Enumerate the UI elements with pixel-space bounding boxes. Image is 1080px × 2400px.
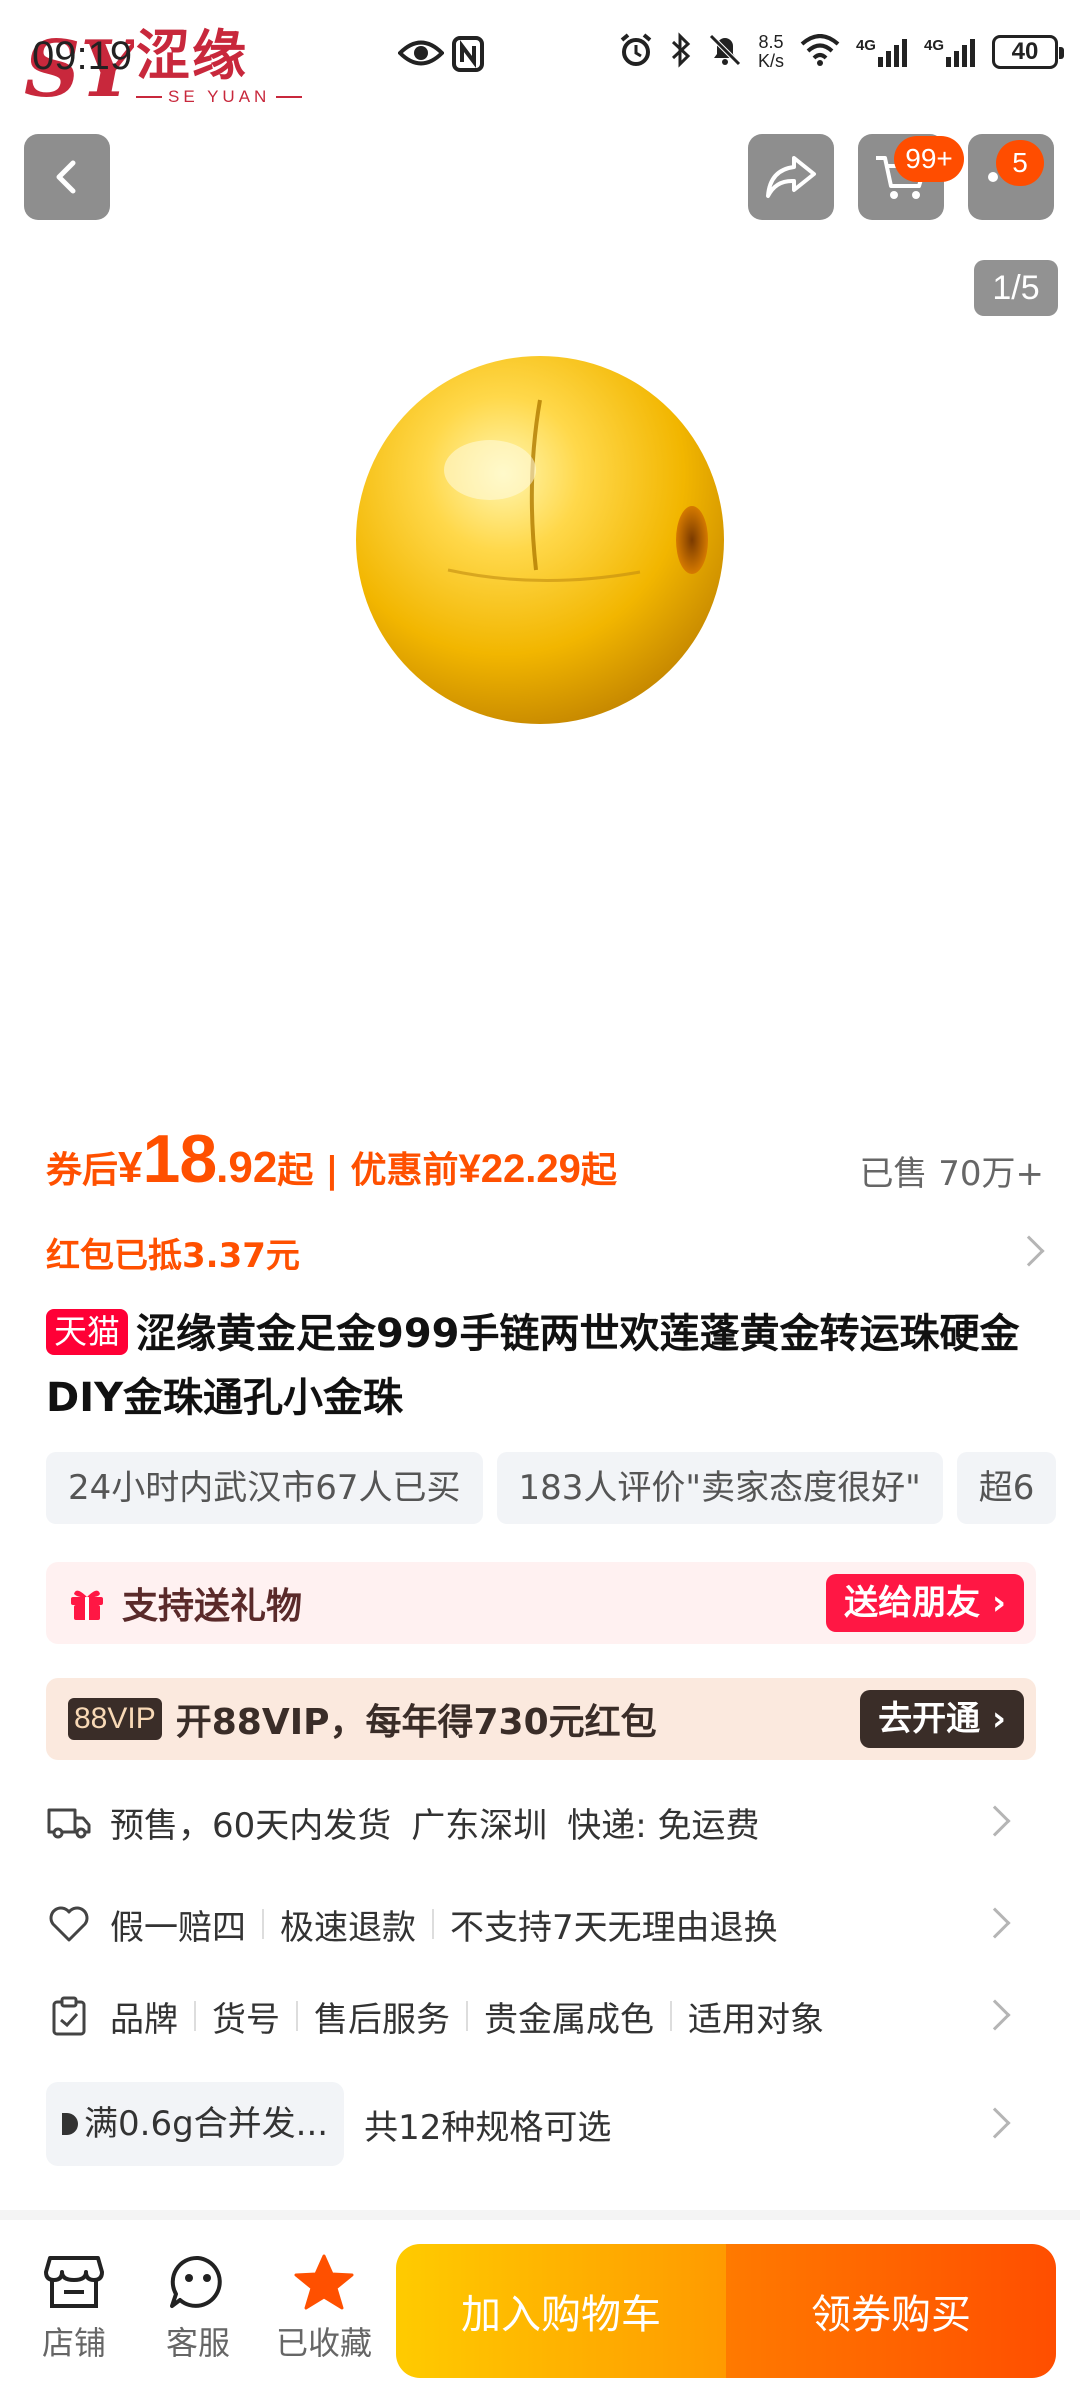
- spec-count: 共12种规格可选: [364, 2107, 612, 2148]
- price-decimal: .92: [216, 1143, 278, 1192]
- shop-icon: [44, 2256, 104, 2308]
- chevron-left-icon: [56, 160, 76, 194]
- open-vip-button[interactable]: 去开通 ›: [860, 1690, 1024, 1748]
- share-button[interactable]: [748, 134, 834, 220]
- coupon-note[interactable]: 红包已抵3.37元: [46, 1228, 300, 1277]
- brand-name-en: SE YUAN: [168, 87, 271, 106]
- shipping-fee: 快递: 免运费: [567, 1805, 760, 1846]
- heart-shield-icon: [46, 1901, 92, 1947]
- network-speed: 8.5 K/s: [757, 32, 784, 71]
- cart-badge: 99+: [894, 136, 964, 182]
- before-discount-suffix: 起: [580, 1150, 617, 1191]
- chevron-right-icon: [979, 1999, 1011, 2031]
- shop-button[interactable]: 店铺: [24, 2254, 124, 2364]
- chat-face-icon: [170, 2255, 222, 2308]
- chevron-right-icon: [979, 1805, 1011, 1837]
- product-title: 天猫 涩缘黄金足金999手链两世欢莲蓬黄金转运珠硬金DIY金珠通孔小金珠: [46, 1309, 1020, 1421]
- brand-name: 涩缘: [136, 23, 248, 87]
- eye-icon: [397, 38, 445, 72]
- guarantee-item: 极速退款: [280, 1907, 416, 1948]
- mute-bell-icon: [708, 32, 742, 72]
- nfc-icon: [452, 36, 484, 76]
- star-icon: [294, 2254, 354, 2310]
- tmall-tag: 天猫: [46, 1309, 128, 1355]
- share-icon: [766, 156, 816, 198]
- product-image[interactable]: [340, 340, 740, 740]
- bottom-action-bar: 店铺 客服 已收藏 加入购物车 领券购买: [0, 2220, 1080, 2400]
- message-badge: 5: [996, 140, 1044, 186]
- gift-banner[interactable]: 支持送礼物 送给朋友 ›: [46, 1562, 1036, 1644]
- customer-service-button[interactable]: 客服: [148, 2254, 248, 2364]
- param-item: 贵金属成色: [484, 1999, 654, 2040]
- price-separator: |: [325, 1150, 339, 1191]
- signal-icon-2: 4G: [924, 37, 976, 67]
- battery-indicator: 40: [992, 35, 1064, 69]
- highlight-tag[interactable]: 24小时内武汉市67人已买: [46, 1452, 483, 1524]
- params-row[interactable]: 品牌 货号 售后服务 贵金属成色 适用对象: [46, 1986, 1046, 2046]
- before-discount-price: ¥22.29: [458, 1147, 581, 1191]
- add-to-cart-button[interactable]: 加入购物车: [396, 2244, 726, 2378]
- spec-selector-row[interactable]: 满0.6g合并发... 共12种规格可选: [46, 2082, 1046, 2166]
- alarm-icon: [618, 32, 654, 72]
- guarantee-item: 假一赔四: [110, 1907, 246, 1948]
- guarantee-row[interactable]: 假一赔四 极速退款 不支持7天无理由退换: [46, 1894, 1046, 1954]
- send-to-friend-button[interactable]: 送给朋友 ›: [826, 1574, 1024, 1632]
- shipping-time: 预售，60天内发货: [110, 1805, 392, 1846]
- price-suffix: 起: [277, 1150, 314, 1191]
- status-bar: SY 涩缘 SE YUAN 09:19 8.5 K/s 4G 4G 40: [0, 0, 1080, 120]
- clipboard-icon: [46, 1993, 92, 2039]
- back-button[interactable]: [24, 134, 110, 220]
- image-counter: 1/5: [974, 260, 1058, 316]
- divider: [0, 2210, 1080, 2220]
- highlight-tags: 24小时内武汉市67人已买 183人评价"卖家态度很好" 超6: [46, 1452, 1080, 1524]
- sold-count: 已售 70万+: [859, 1154, 1044, 1194]
- param-item: 品牌: [110, 1999, 178, 2040]
- highlight-tag[interactable]: 超6: [956, 1452, 1057, 1524]
- param-item: 货号: [212, 1999, 280, 2040]
- chevron-right-icon[interactable]: [1013, 1235, 1045, 1267]
- signal-icon-1: 4G: [856, 37, 908, 67]
- param-item: 售后服务: [314, 1999, 450, 2040]
- gift-label: 支持送礼物: [122, 1586, 303, 1627]
- guarantee-item: 不支持7天无理由退换: [450, 1907, 778, 1948]
- chevron-right-icon: [979, 1907, 1011, 1939]
- vip-text: 开88VIP，每年得730元红包: [175, 1702, 657, 1743]
- vip-tag: 88VIP: [68, 1698, 162, 1740]
- highlight-tag[interactable]: 183人评价"卖家态度很好": [496, 1452, 943, 1524]
- after-coupon-label: 券后: [46, 1150, 119, 1191]
- vip-banner[interactable]: 88VIP 开88VIP，每年得730元红包 去开通 ›: [46, 1678, 1036, 1760]
- chevron-right-icon: [979, 2107, 1011, 2139]
- favorite-button[interactable]: 已收藏: [264, 2254, 384, 2364]
- shipping-row[interactable]: 预售，60天内发货 广东深圳 快递: 免运费: [46, 1792, 1046, 1852]
- currency-symbol: ¥: [118, 1143, 143, 1192]
- before-discount-label: 优惠前: [350, 1150, 459, 1191]
- bluetooth-icon: [670, 32, 692, 72]
- ship-origin: 广东深圳: [411, 1805, 548, 1846]
- param-item: 适用对象: [688, 1999, 824, 2040]
- spec-chip[interactable]: 满0.6g合并发...: [46, 2082, 345, 2166]
- gift-icon: [71, 1590, 103, 1620]
- price-integer: 18: [142, 1121, 218, 1197]
- truck-icon: [46, 1799, 92, 1845]
- buy-with-coupon-button[interactable]: 领券购买: [726, 2244, 1056, 2378]
- wifi-icon: [800, 34, 840, 70]
- clock: 09:19: [32, 34, 133, 78]
